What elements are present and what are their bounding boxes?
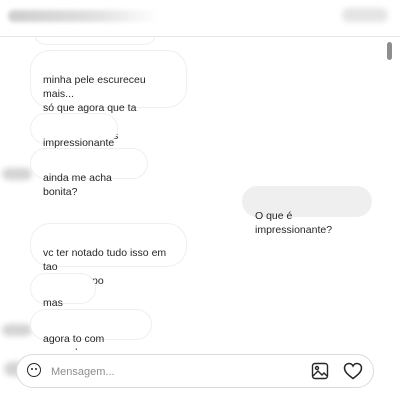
message-text: O que é impressionante? bbox=[255, 210, 333, 236]
message-bubble[interactable]: mas enfim bbox=[30, 273, 96, 323]
message-text: ainda me acha bonita? bbox=[43, 172, 112, 198]
message-bubble[interactable]: impressionante bbox=[30, 113, 118, 149]
heart-icon[interactable] bbox=[343, 362, 363, 380]
message-bubble-partial bbox=[34, 37, 156, 45]
blurred-username bbox=[8, 10, 158, 22]
image-icon[interactable] bbox=[311, 362, 329, 380]
message-text: agora to com vergonha bbox=[43, 333, 105, 350]
emoji-icon[interactable] bbox=[27, 363, 41, 377]
avatar bbox=[2, 168, 32, 180]
message-thread: minha pele escureceu mais... só que agor… bbox=[0, 37, 380, 350]
message-input[interactable] bbox=[49, 361, 293, 383]
blurred-header-action[interactable] bbox=[342, 8, 388, 22]
message-composer bbox=[16, 354, 374, 388]
message-bubble[interactable]: agora to com vergonha bbox=[30, 309, 152, 350]
message-bubble[interactable]: minha pele escureceu mais... só que agor… bbox=[30, 50, 187, 142]
message-bubble[interactable]: ainda me acha bonita? bbox=[30, 148, 148, 198]
avatar bbox=[2, 324, 32, 336]
message-bubble-sent[interactable]: O que é impressionante? bbox=[242, 186, 372, 236]
message-bubble[interactable]: vc ter notado tudo isso em tao pouco tem… bbox=[30, 223, 187, 287]
scrollbar-thumb[interactable] bbox=[387, 42, 392, 60]
chat-header bbox=[0, 0, 400, 37]
